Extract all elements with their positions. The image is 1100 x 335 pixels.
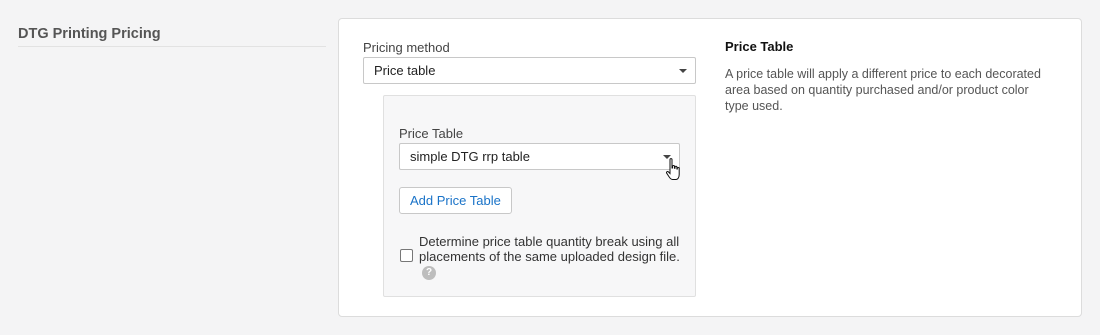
caret-down-icon [679, 69, 687, 73]
price-table-value: simple DTG rrp table [410, 149, 530, 164]
quantity-break-text: Determine price table quantity break usi… [419, 234, 680, 264]
pricing-method-label: Pricing method [363, 40, 450, 55]
price-table-label: Price Table [399, 126, 464, 141]
quantity-break-checkbox[interactable] [400, 249, 413, 262]
price-table-select[interactable]: simple DTG rrp table [399, 143, 680, 170]
price-table-panel: Price Table simple DTG rrp table Add Pri… [383, 95, 696, 297]
quantity-break-label: Determine price table quantity break usi… [419, 234, 681, 280]
hand-pointer-icon [666, 158, 680, 180]
info-title: Price Table [725, 39, 794, 54]
section-heading: DTG Printing Pricing [18, 26, 161, 42]
section-divider [18, 46, 326, 47]
pricing-card: Pricing method Price table Price Table s… [338, 18, 1082, 317]
info-description: A price table will apply a different pri… [725, 67, 1041, 113]
pricing-method-value: Price table [374, 63, 436, 78]
question-circle-icon[interactable]: ? [422, 265, 436, 280]
pricing-method-select[interactable]: Price table [363, 57, 696, 84]
add-price-table-button[interactable]: Add Price Table [399, 187, 512, 214]
